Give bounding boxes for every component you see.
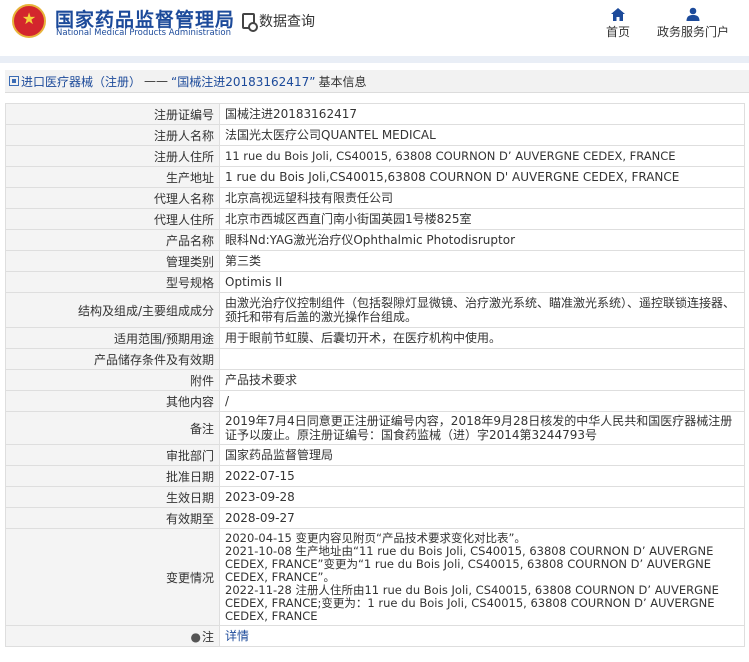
row-value: 法国光太医疗公司QUANTEL MEDICAL (219, 124, 745, 146)
row-value: 国家药品监督管理局 (219, 444, 745, 466)
nav-services-label: 政务服务门户 (656, 25, 729, 39)
row-value: 北京市西城区西直门南小街国英园1号楼825室 (219, 208, 745, 230)
row-value: 北京高视远望科技有限责任公司 (219, 187, 745, 209)
home-icon (605, 6, 631, 22)
national-emblem-logo (12, 4, 46, 38)
row-value: 2028-09-27 (219, 507, 745, 529)
breadcrumb-suffix: 基本信息 (318, 74, 367, 89)
row-label: 产品储存条件及有效期 (5, 348, 220, 370)
breadcrumb: 进口医疗器械（注册） —— “国械注进20183162417” 基本信息 (5, 70, 749, 93)
change-entry: 2021-10-08 生产地址由“11 rue du Bois Joli, CS… (225, 543, 714, 584)
note-label: 注 (201, 629, 214, 644)
change-history: 2020-04-15 变更内容见附页“产品技术要求变化对比表”。 2021-10… (219, 528, 745, 626)
row-value: 用于眼前节虹膜、后囊切开术，在医疗机构中使用。 (219, 327, 745, 349)
table-row: 型号规格 Optimis II (5, 271, 745, 293)
table-row: 附件 产品技术要求 (5, 369, 745, 391)
change-entry: 2020-04-15 变更内容见附页“产品技术要求变化对比表”。 (225, 530, 526, 545)
row-value: 1 rue du Bois Joli,CS40015,63808 COURNON… (219, 166, 745, 188)
row-label: 其他内容 (5, 390, 220, 412)
row-label: 型号规格 (5, 271, 220, 293)
table-row: 结构及组成/主要组成成分 由激光治疗仪控制组件（包括裂隙灯显微镜、治疗激光系统、… (5, 292, 745, 328)
table-row: ●注 详情 (5, 625, 745, 647)
table-row: 产品名称 眼科Nd:YAG激光治疗仪Ophthalmic Photodisrup… (5, 229, 745, 251)
change-entry: 2022-11-28 注册人住所由11 rue du Bois Joli, CS… (225, 582, 719, 623)
table-row: 变更情况 2020-04-15 变更内容见附页“产品技术要求变化对比表”。 20… (5, 528, 745, 626)
row-value (219, 348, 745, 370)
data-query-label: 数据查询 (259, 14, 315, 30)
row-label: 生效日期 (5, 486, 220, 508)
row-value: 2022-07-15 (219, 465, 745, 487)
row-value: 2023-09-28 (219, 486, 745, 508)
table-row: 管理类别 第三类 (5, 250, 745, 272)
breadcrumb-current: “国械注进20183162417” (171, 74, 316, 89)
table-row: 生效日期 2023-09-28 (5, 486, 745, 508)
pin-icon: ● (190, 629, 201, 644)
row-label: 注册证编号 (5, 103, 220, 125)
table-row: 代理人住所 北京市西城区西直门南小街国英园1号楼825室 (5, 208, 745, 230)
row-label: 有效期至 (5, 507, 220, 529)
site-name-en: National Medical Products Administration (56, 28, 231, 38)
row-label: 结构及组成/主要组成成分 (5, 292, 220, 328)
row-value: / (219, 390, 745, 412)
row-label: 注册人名称 (5, 124, 220, 146)
table-row: 批准日期 2022-07-15 (5, 465, 745, 487)
nav-home[interactable]: 首页 (605, 6, 631, 39)
search-document-icon (242, 13, 258, 32)
row-label: 审批部门 (5, 444, 220, 466)
table-row: 注册人名称 法国光太医疗公司QUANTEL MEDICAL (5, 124, 745, 146)
row-label: ●注 (5, 625, 220, 647)
table-row: 代理人名称 北京高视远望科技有限责任公司 (5, 187, 745, 209)
row-value: 11 rue du Bois Joli, CS40015, 63808 COUR… (219, 145, 745, 167)
row-label: 批准日期 (5, 465, 220, 487)
row-value: 产品技术要求 (219, 369, 745, 391)
row-value: 2019年7月4日同意更正注册证编号内容，2018年9月28日核发的中华人民共和… (219, 411, 745, 445)
row-value: 第三类 (219, 250, 745, 272)
row-label: 代理人住所 (5, 208, 220, 230)
row-label: 代理人名称 (5, 187, 220, 209)
detail-table: 注册证编号 国械注进20183162417 注册人名称 法国光太医疗公司QUAN… (5, 103, 745, 647)
location-icon (9, 76, 19, 86)
table-row: 审批部门 国家药品监督管理局 (5, 444, 745, 466)
table-row: 注册人住所 11 rue du Bois Joli, CS40015, 6380… (5, 145, 745, 167)
row-value: Optimis II (219, 271, 745, 293)
table-row: 产品储存条件及有效期 (5, 348, 745, 370)
table-row: 有效期至 2028-09-27 (5, 507, 745, 529)
header-divider (0, 56, 749, 63)
row-value: 详情 (219, 625, 745, 647)
row-value: 眼科Nd:YAG激光治疗仪Ophthalmic Photodisruptor (219, 229, 745, 251)
table-row: 注册证编号 国械注进20183162417 (5, 103, 745, 125)
row-label: 备注 (5, 411, 220, 445)
nav-services[interactable]: 政务服务门户 (656, 6, 730, 39)
table-row: 生产地址 1 rue du Bois Joli,CS40015,63808 CO… (5, 166, 745, 188)
row-label: 管理类别 (5, 250, 220, 272)
details-link[interactable]: 详情 (225, 629, 249, 643)
row-label: 适用范围/预期用途 (5, 327, 220, 349)
table-row: 其他内容 / (5, 390, 745, 412)
breadcrumb-category-link[interactable]: 进口医疗器械（注册） (21, 73, 141, 90)
data-query-link[interactable]: 数据查询 (242, 11, 315, 32)
row-label: 注册人住所 (5, 145, 220, 167)
row-label: 变更情况 (5, 528, 220, 626)
row-value: 国械注进20183162417 (219, 103, 745, 125)
row-value: 由激光治疗仪控制组件（包括裂隙灯显微镜、治疗激光系统、瞄准激光系统）、遥控联锁连… (219, 292, 745, 328)
row-label: 附件 (5, 369, 220, 391)
table-row: 适用范围/预期用途 用于眼前节虹膜、后囊切开术，在医疗机构中使用。 (5, 327, 745, 349)
nav-home-label: 首页 (605, 25, 630, 39)
user-icon (656, 6, 730, 22)
site-header: 国家药品监督管理局 National Medical Products Admi… (0, 0, 749, 56)
breadcrumb-separator: —— (144, 74, 169, 88)
row-label: 生产地址 (5, 166, 220, 188)
row-label: 产品名称 (5, 229, 220, 251)
table-row: 备注 2019年7月4日同意更正注册证编号内容，2018年9月28日核发的中华人… (5, 411, 745, 445)
